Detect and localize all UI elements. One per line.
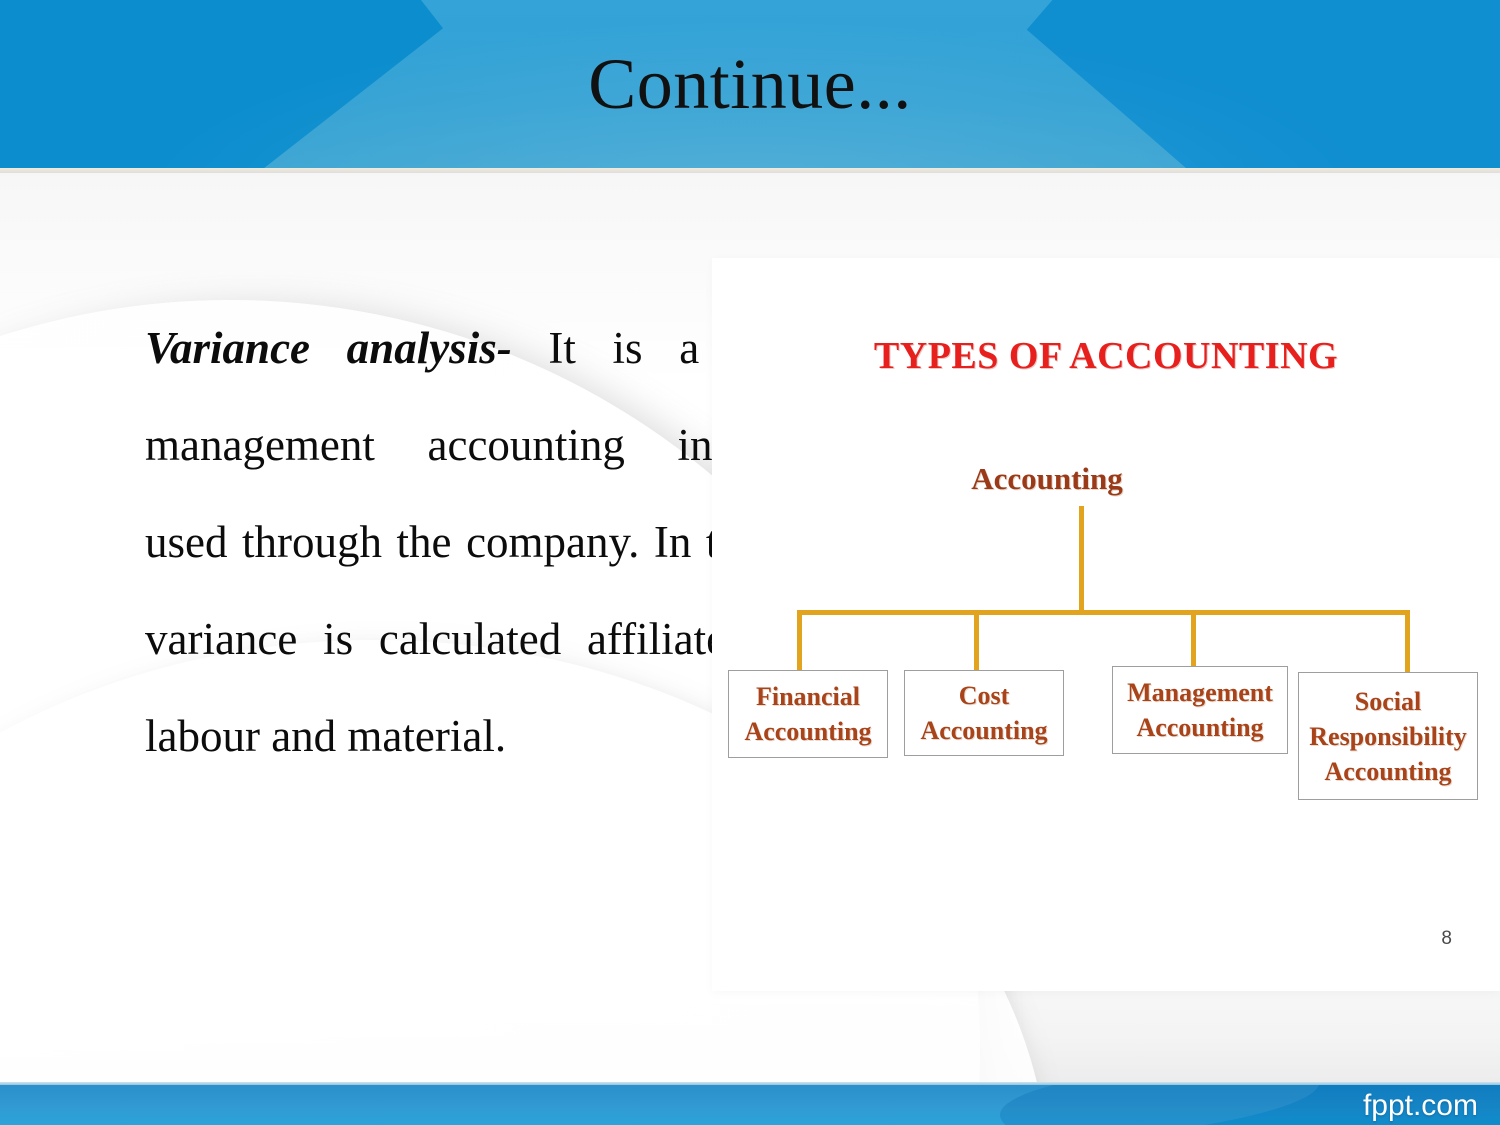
- slide-title: Continue...: [588, 44, 912, 124]
- connector-horizontal-bus: [797, 610, 1410, 615]
- connector-branch-4: [1405, 610, 1410, 674]
- connector-branch-3: [1191, 610, 1196, 674]
- diagram-leaf-label: Social Responsibility Accounting: [1309, 686, 1467, 786]
- body-paragraph-lead: Variance analysis-: [145, 323, 512, 373]
- connector-branch-2: [974, 610, 979, 674]
- diagram-root-node-label: Accounting: [971, 461, 1123, 496]
- page-number: 8: [1441, 928, 1452, 949]
- diagram-leaf-label: Cost Accounting: [920, 681, 1048, 745]
- diagram-leaf-label: Financial Accounting: [744, 682, 872, 746]
- diagram-leaf-financial-accounting: Financial Accounting: [728, 670, 888, 758]
- slide-footer-band: [0, 1085, 1500, 1125]
- diagram-leaf-management-accounting: Management Accounting: [1112, 666, 1288, 754]
- connector-root-vertical: [1079, 506, 1084, 613]
- diagram-leaf-social-responsibility-accounting: Social Responsibility Accounting: [1298, 672, 1478, 800]
- slide-canvas: Continue... Variance analysis- It is a k…: [0, 0, 1500, 1125]
- diagram-leaf-cost-accounting: Cost Accounting: [904, 670, 1064, 756]
- diagram-title: TYPES OF ACCOUNTING: [873, 335, 1339, 377]
- brand-watermark: fppt.com: [1362, 1089, 1478, 1122]
- connector-branch-1: [797, 610, 802, 674]
- diagram-leaf-label: Management Accounting: [1127, 678, 1273, 742]
- header-bottom-edge: [0, 168, 1500, 173]
- inserted-diagram-image[interactable]: TYPES OF ACCOUNTING Accounting Financial…: [712, 258, 1500, 991]
